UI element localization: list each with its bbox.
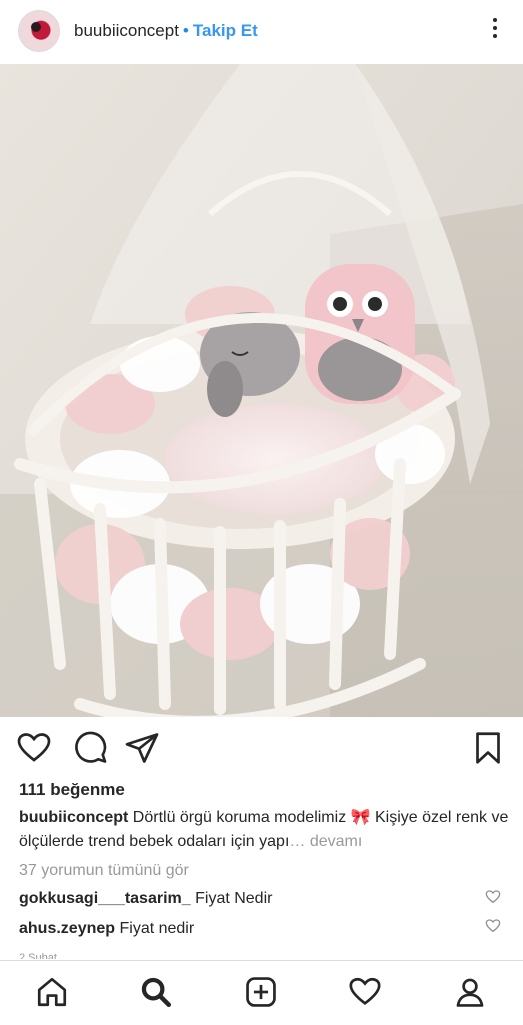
view-all-comments-link[interactable]: 37 yorumun tümünü gör (19, 862, 189, 880)
follow-button[interactable]: Takip Et (193, 21, 258, 40)
add-icon[interactable] (244, 975, 278, 1009)
send-icon[interactable] (124, 730, 160, 766)
comment-row: ahus.zeynep Fiyat nedir (19, 918, 194, 940)
heart-icon[interactable] (16, 730, 52, 766)
post-header: buubiiconcept • Takip Et (0, 0, 523, 64)
activity-heart-icon[interactable] (348, 975, 382, 1009)
caption: buubiiconcept Dörtlü örgü koruma modelim… (19, 806, 509, 854)
profile-icon[interactable] (453, 975, 487, 1009)
caption-more-link[interactable]: … devamı (289, 833, 362, 850)
action-bar (0, 718, 523, 778)
username-link[interactable]: buubiiconcept (74, 21, 179, 40)
avatar-decoration (31, 22, 41, 32)
bookmark-icon[interactable] (470, 730, 506, 766)
comment-text: Fiyat Nedir (195, 890, 273, 907)
comment-username[interactable]: gokkusagi___tasarim_ (19, 890, 191, 907)
search-icon[interactable] (139, 975, 173, 1009)
comment-row: gokkusagi___tasarim_ Fiyat Nedir (19, 888, 272, 910)
bottom-navigation (0, 960, 523, 1025)
likes-count[interactable]: 111 beğenme (19, 780, 125, 800)
separator: • (182, 21, 189, 40)
comment-text: Fiyat nedir (119, 920, 195, 937)
avatar[interactable] (18, 10, 60, 52)
caption-username[interactable]: buubiiconcept (19, 809, 128, 826)
comment-username[interactable]: ahus.zeynep (19, 920, 115, 937)
home-icon[interactable] (35, 975, 69, 1009)
post-image[interactable] (0, 64, 523, 717)
comment-icon[interactable] (72, 730, 108, 766)
header-user-row: buubiiconcept • Takip Et (74, 20, 258, 42)
comment-like-heart-icon[interactable] (485, 889, 501, 905)
more-vertical-icon[interactable] (489, 18, 501, 44)
comment-like-heart-icon[interactable] (485, 918, 501, 934)
post-date: 2 Şubat (19, 952, 57, 959)
